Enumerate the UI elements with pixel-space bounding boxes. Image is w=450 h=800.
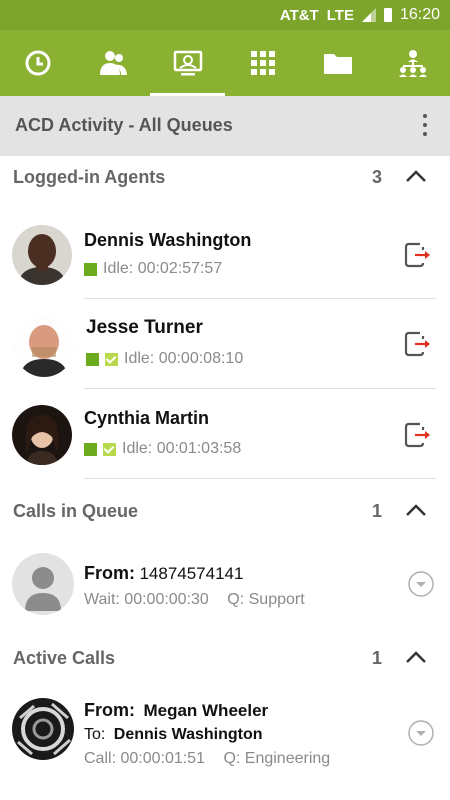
avatar xyxy=(12,698,74,760)
section-count: 1 xyxy=(371,501,382,521)
callee-name: Dennis Washington xyxy=(113,726,263,743)
agent-row[interactable]: Jesse Turner Idle: 00:00:08:10 xyxy=(0,300,450,390)
queue-name: Q: Engineering xyxy=(223,750,331,767)
wait-time: Wait: 00:00:00:30 xyxy=(84,591,209,608)
divider xyxy=(84,478,436,479)
call-from-line: From: Megan Wheeler xyxy=(84,700,268,721)
call-meta-line: Call: 00:00:01:51 Q: Engineering xyxy=(84,750,330,768)
divider xyxy=(84,298,436,299)
divider xyxy=(84,388,436,389)
active-call-row[interactable]: From: Megan Wheeler To: Dennis Washingto… xyxy=(0,690,450,800)
tab-acd[interactable] xyxy=(150,30,225,96)
check-icon xyxy=(103,442,116,456)
tab-bar xyxy=(0,30,450,96)
from-label: From: xyxy=(84,563,135,583)
battery-icon xyxy=(383,8,392,22)
status-bar: AT&T LTE 16:20 xyxy=(0,0,450,30)
online-status-icon xyxy=(86,352,99,366)
call-from-line: From: 14874574141 xyxy=(84,563,243,584)
contacts-icon xyxy=(99,51,127,75)
tab-contacts[interactable] xyxy=(75,30,150,96)
acd-monitor-icon xyxy=(173,50,202,76)
call-to-line: To: Dennis Washington xyxy=(84,726,263,744)
avatar xyxy=(14,317,74,377)
section-calls-in-queue[interactable]: Calls in Queue 1 xyxy=(0,490,450,534)
dialpad-icon xyxy=(250,51,275,75)
caller-number: 14874574141 xyxy=(139,564,244,583)
caller-name: Megan Wheeler xyxy=(143,701,269,720)
section-label: Calls in Queue xyxy=(13,501,139,521)
chevron-up-icon[interactable] xyxy=(404,647,428,667)
section-count: 1 xyxy=(371,648,382,668)
page-title: ACD Activity - All Queues xyxy=(15,115,233,135)
tab-dialpad[interactable] xyxy=(225,30,300,96)
call-duration: Call: 00:00:01:51 xyxy=(84,750,205,767)
signal-icon xyxy=(361,8,376,22)
section-logged-in-agents[interactable]: Logged-in Agents 3 xyxy=(0,156,450,200)
tab-files[interactable] xyxy=(300,30,375,96)
agent-status: Idle: 00:01:03:58 xyxy=(84,440,241,458)
call-meta-line: Wait: 00:00:00:30 Q: Support xyxy=(84,591,305,609)
agent-row[interactable]: Cynthia Martin Idle: 00:01:03:58 xyxy=(0,390,450,480)
chevron-up-icon[interactable] xyxy=(404,500,428,520)
section-active-calls[interactable]: Active Calls 1 xyxy=(0,637,450,681)
section-label: Logged-in Agents xyxy=(13,167,166,187)
default-avatar-icon xyxy=(12,553,74,615)
agent-name: Jesse Turner xyxy=(86,317,203,338)
logout-icon[interactable] xyxy=(404,329,430,359)
clock-icon xyxy=(25,50,50,76)
clock-time: 16:20 xyxy=(399,6,440,23)
logout-icon[interactable] xyxy=(404,420,430,450)
carrier-label: AT&T xyxy=(279,6,319,24)
agent-row[interactable]: Dennis Washington Idle: 00:02:57:57 xyxy=(0,210,450,300)
page-header: ACD Activity - All Queues xyxy=(0,96,450,156)
agent-idle-time: Idle: 00:02:57:57 xyxy=(103,260,223,277)
tab-history[interactable] xyxy=(0,30,75,96)
overflow-menu-icon[interactable] xyxy=(422,114,428,136)
agent-name: Dennis Washington xyxy=(84,230,252,250)
online-status-icon xyxy=(84,262,97,276)
org-chart-icon xyxy=(398,50,427,77)
agent-status: Idle: 00:02:57:57 xyxy=(84,260,222,278)
section-count: 3 xyxy=(371,167,382,187)
online-status-icon xyxy=(84,442,97,456)
queue-call-row[interactable]: From: 14874574141 Wait: 00:00:00:30 Q: S… xyxy=(0,545,450,635)
from-label: From: xyxy=(84,700,135,720)
tab-org[interactable] xyxy=(375,30,450,96)
check-icon xyxy=(105,352,118,366)
queue-name: Q: Support xyxy=(227,591,305,608)
chevron-down-circle-icon[interactable] xyxy=(408,720,434,746)
agent-status: Idle: 00:00:08:10 xyxy=(86,350,243,368)
chevron-up-icon[interactable] xyxy=(404,166,428,186)
chevron-down-circle-icon[interactable] xyxy=(408,571,434,597)
to-label: To: xyxy=(84,726,106,743)
avatar xyxy=(12,225,72,285)
agent-idle-time: Idle: 00:00:08:10 xyxy=(124,350,244,367)
agent-name: Cynthia Martin xyxy=(84,408,210,428)
avatar xyxy=(12,405,72,465)
logout-icon[interactable] xyxy=(404,240,430,270)
folder-icon xyxy=(323,54,352,74)
network-label: LTE xyxy=(326,6,354,24)
section-label: Active Calls xyxy=(13,648,116,668)
agent-idle-time: Idle: 00:01:03:58 xyxy=(122,440,242,457)
